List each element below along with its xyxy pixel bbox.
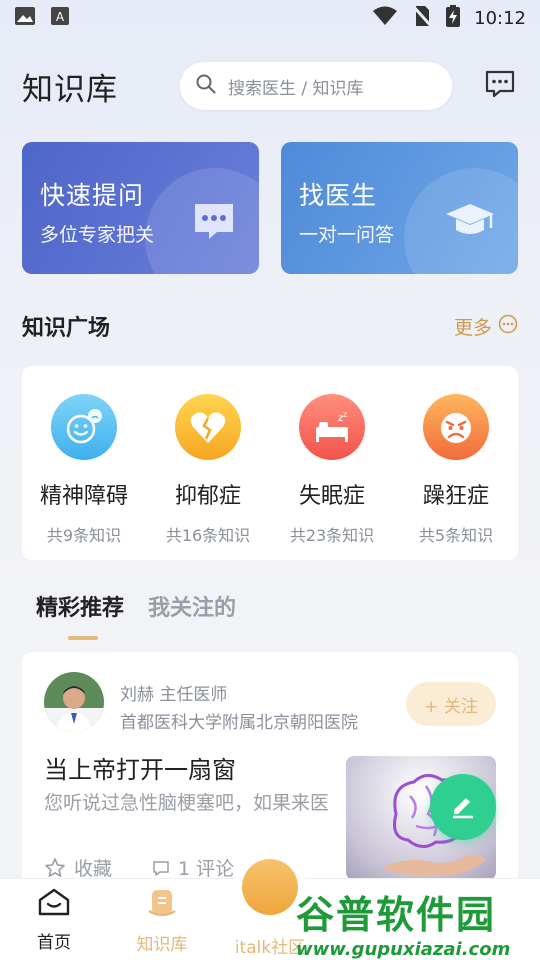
comment-button[interactable]: 1 评论 — [152, 854, 234, 881]
compose-fab[interactable] — [430, 774, 496, 840]
tab-recommended[interactable]: 精彩推荐 — [36, 590, 124, 646]
find-doctor-card[interactable]: 找医生 一对一问答 — [281, 142, 518, 274]
follow-button[interactable]: + 关注 — [406, 682, 496, 726]
svg-text:A: A — [56, 10, 65, 24]
post-title: 当上帝打开一扇窗 — [44, 756, 236, 784]
svg-text:z: z — [343, 410, 347, 419]
watermark-url: www.gupuxiazai.com — [296, 939, 511, 960]
nav-label: 首页 — [37, 933, 71, 953]
knowledge-section-header: 知识广场 更多 — [22, 306, 518, 346]
topic-name: 精神障碍 — [39, 484, 128, 509]
comment-icon — [152, 859, 170, 877]
search-input[interactable]: 搜索医生 / 知识库 — [180, 62, 452, 110]
more-dots-icon — [498, 314, 518, 339]
chat-bubble-icon — [484, 69, 516, 103]
quick-action-cards: 快速提问 多位专家把关 找医生 一对一问答 — [22, 142, 518, 274]
graduation-cap-icon — [444, 200, 496, 244]
nav-label: 知识库 — [136, 935, 188, 955]
no-sim-icon — [412, 4, 433, 31]
status-bar: A 10:12 — [0, 0, 540, 36]
avatar[interactable] — [44, 672, 104, 732]
gallery-icon — [14, 6, 36, 30]
topic-count: 共9条知识 — [46, 526, 122, 545]
watermark-title: 谷普软件园 — [296, 893, 497, 937]
more-link[interactable]: 更多 — [454, 313, 518, 340]
topic-insomnia[interactable]: zz 失眠症 共23条知识 — [270, 394, 394, 560]
topic-count: 共16条知识 — [165, 526, 251, 545]
collect-label: 收藏 — [74, 858, 113, 880]
clock: 10:12 — [474, 7, 526, 29]
feed-tabs: 精彩推荐 我关注的 — [36, 590, 236, 646]
author-name: 刘赫 主任医师 — [120, 685, 228, 705]
topic-name: 躁狂症 — [422, 484, 489, 509]
topic-mania[interactable]: 躁狂症 共5条知识 — [394, 394, 518, 560]
author-hospital: 首都医科大学附属北京朝阳医院 — [120, 713, 358, 733]
topic-grid: 精神障碍 共9条知识 抑郁症 共16条知识 zz 失眠症 共23条知识 躁狂症 … — [22, 366, 518, 560]
wifi-icon — [372, 6, 398, 30]
angry-face-icon — [423, 394, 489, 460]
comment-label: 1 评论 — [178, 858, 235, 880]
topic-count: 共5条知识 — [418, 526, 494, 545]
topic-mental-disorder[interactable]: 精神障碍 共9条知识 — [22, 394, 146, 560]
topic-name: 抑郁症 — [174, 484, 241, 509]
home-face-icon — [37, 887, 71, 922]
header: 知识库 搜索医生 / 知识库 — [22, 58, 518, 114]
post-excerpt: 您听说过急性脑梗塞吧，如果来医 — [44, 792, 330, 814]
collect-button[interactable]: 收藏 — [44, 854, 112, 881]
page-title: 知识库 — [22, 71, 118, 108]
font-app-icon: A — [50, 6, 70, 30]
post-actions: 收藏 1 评论 — [44, 854, 234, 881]
section-title: 知识广场 — [22, 316, 111, 341]
sleep-bed-icon: zz — [299, 394, 365, 460]
nav-home[interactable]: 首页 — [0, 879, 108, 960]
star-icon — [44, 857, 66, 879]
message-button[interactable] — [482, 68, 518, 104]
search-placeholder: 搜索医生 / 知识库 — [228, 78, 364, 99]
pencil-icon — [449, 791, 477, 823]
topic-count: 共23条知识 — [289, 526, 375, 545]
search-icon — [196, 74, 216, 98]
more-label: 更多 — [453, 316, 492, 339]
battery-charging-icon — [446, 5, 461, 31]
broken-heart-icon — [175, 394, 241, 460]
quick-ask-card[interactable]: 快速提问 多位专家把关 — [22, 142, 259, 274]
nav-label: italk社区 — [234, 938, 306, 958]
tab-following[interactable]: 我关注的 — [148, 590, 236, 646]
topic-name: 失眠症 — [298, 484, 365, 509]
chat-dots-icon — [191, 200, 237, 246]
smiley-icon — [51, 394, 117, 460]
book-icon — [146, 887, 178, 924]
nav-knowledge[interactable]: 知识库 — [108, 879, 216, 960]
watermark: 谷普软件园 www.gupuxiazai.com — [296, 884, 540, 960]
topic-depression[interactable]: 抑郁症 共16条知识 — [146, 394, 270, 560]
